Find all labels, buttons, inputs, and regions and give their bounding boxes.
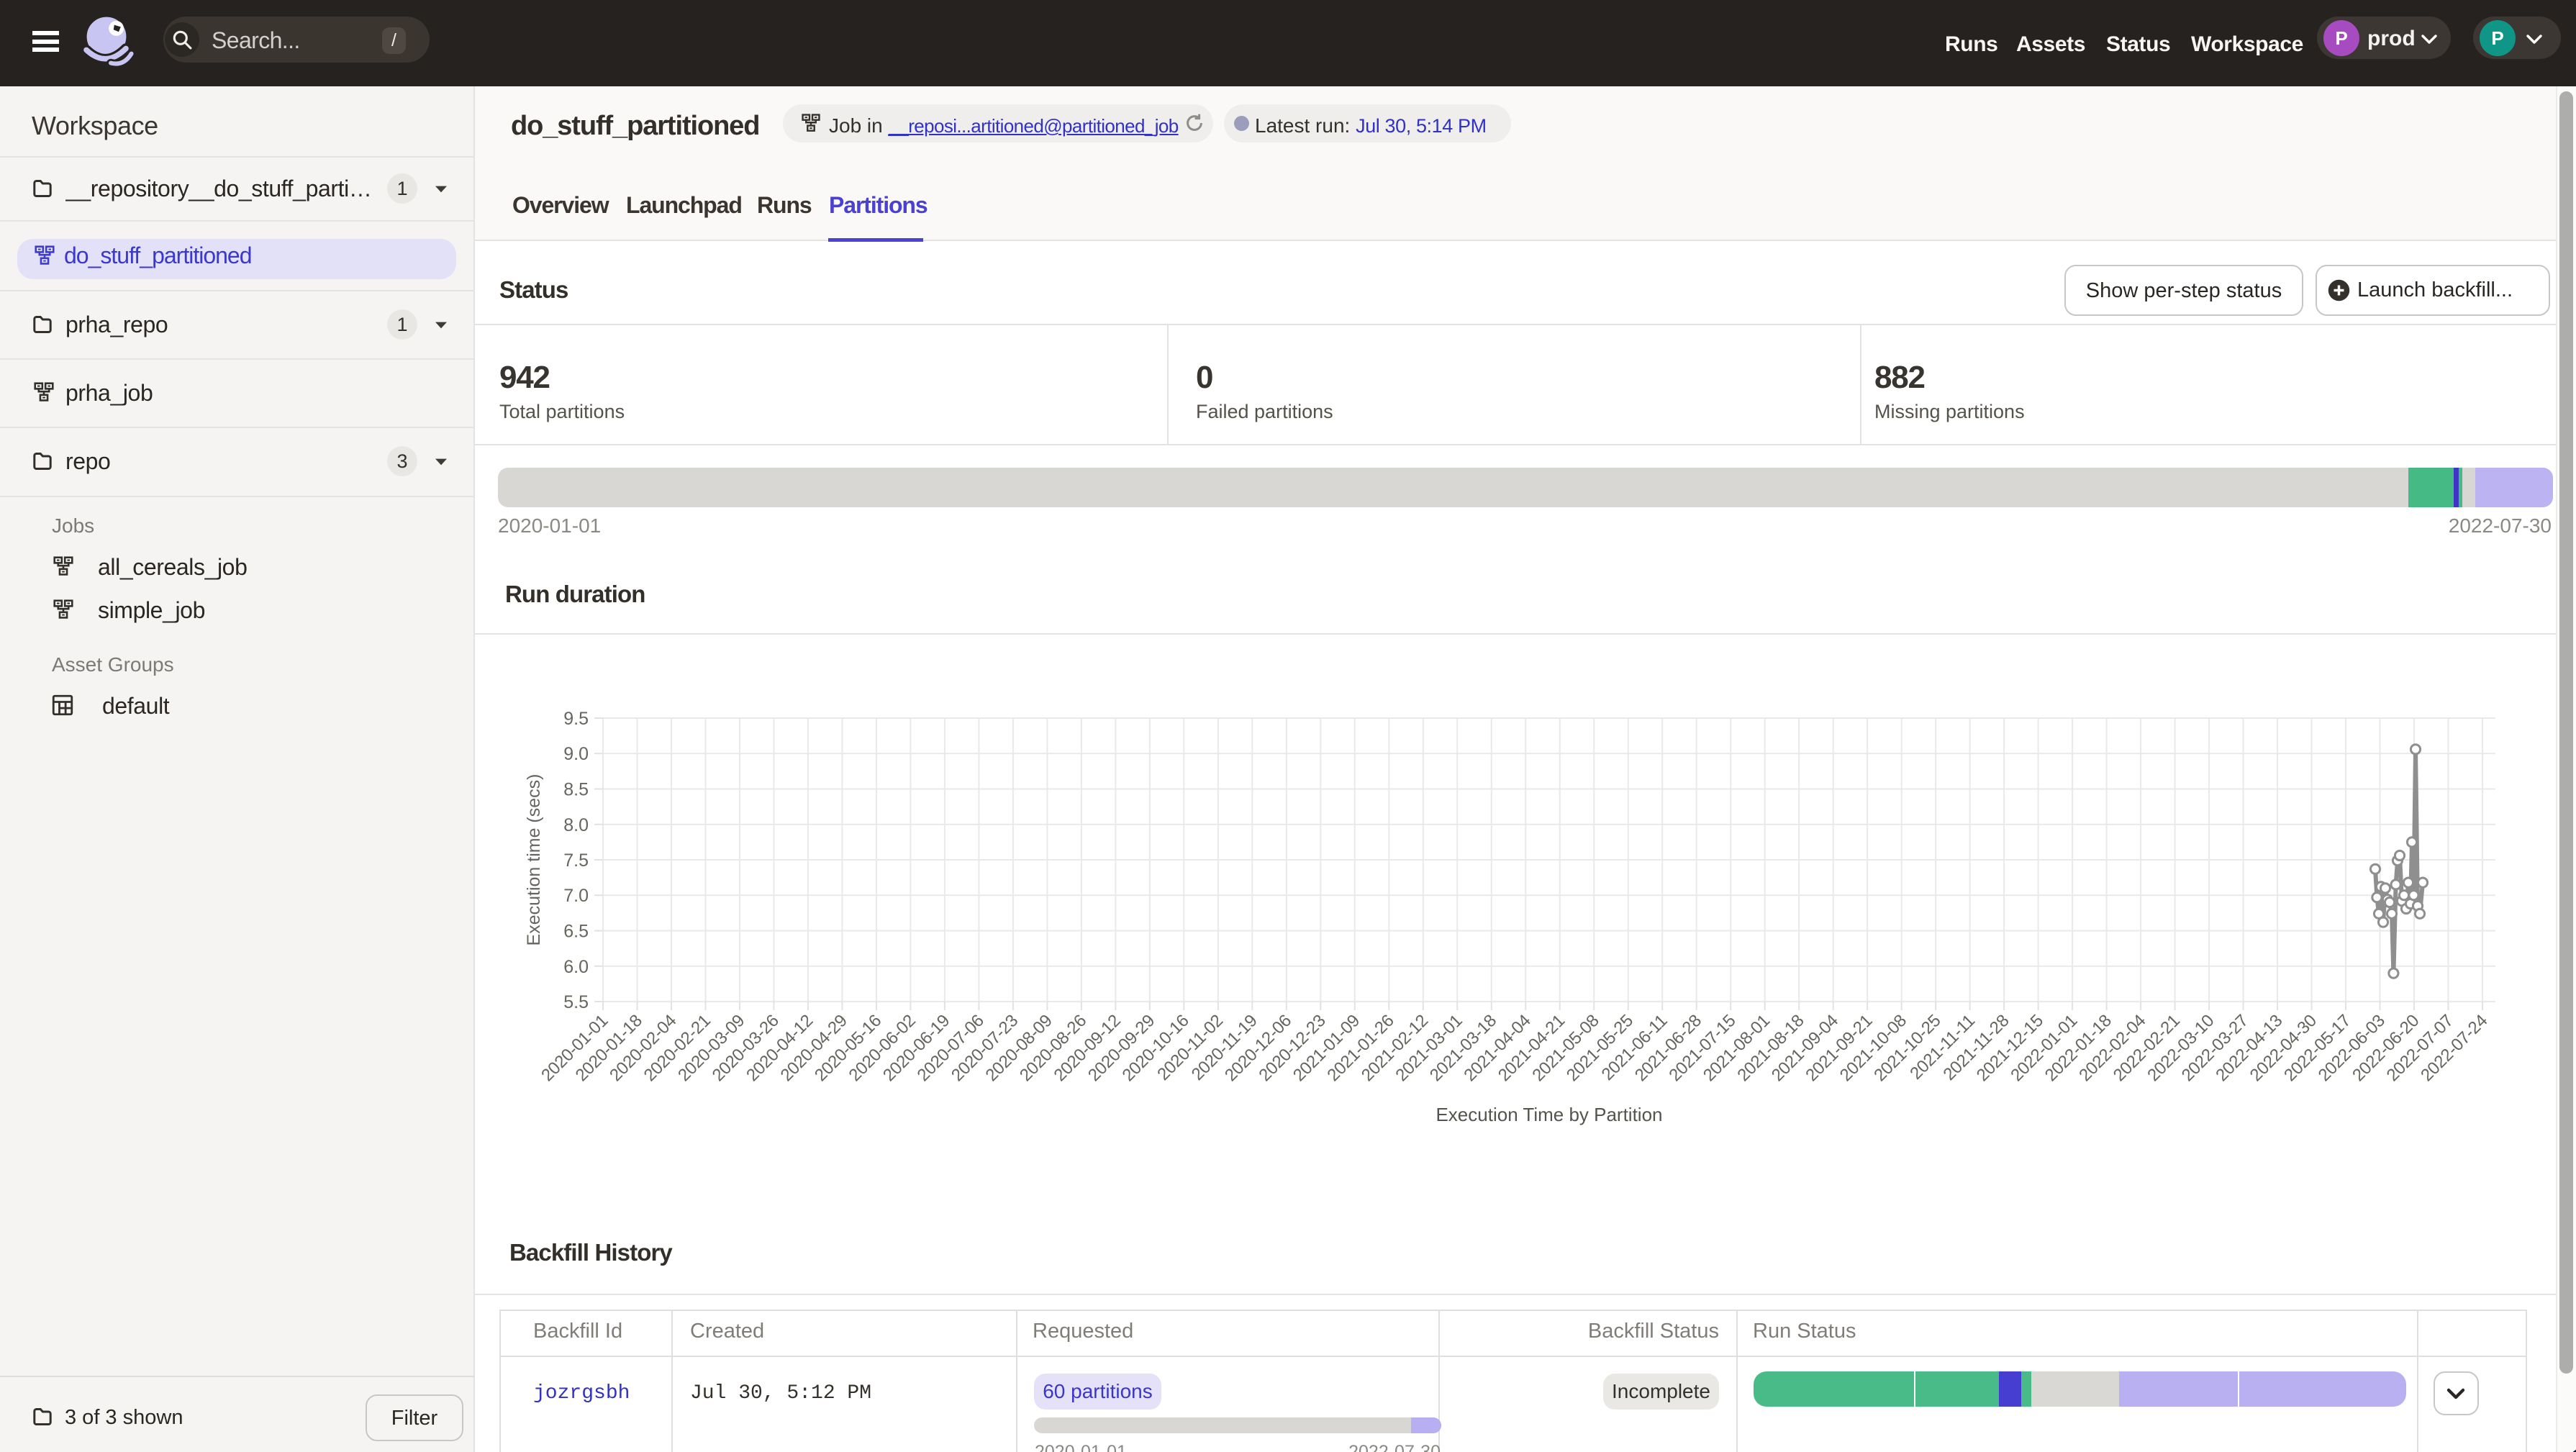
svg-text:9.5: 9.5 bbox=[563, 709, 589, 729]
svg-text:6.0: 6.0 bbox=[563, 957, 589, 977]
svg-text:Execution Time by Partition: Execution Time by Partition bbox=[1436, 1104, 1662, 1125]
svg-text:9.0: 9.0 bbox=[563, 744, 589, 764]
svg-text:8.5: 8.5 bbox=[563, 780, 589, 800]
svg-text:7.0: 7.0 bbox=[563, 886, 589, 906]
svg-text:5.5: 5.5 bbox=[563, 992, 589, 1012]
svg-text:8.0: 8.0 bbox=[563, 815, 589, 835]
svg-text:7.5: 7.5 bbox=[563, 850, 589, 871]
svg-text:Execution time (secs): Execution time (secs) bbox=[524, 774, 544, 946]
svg-text:6.5: 6.5 bbox=[563, 922, 589, 942]
